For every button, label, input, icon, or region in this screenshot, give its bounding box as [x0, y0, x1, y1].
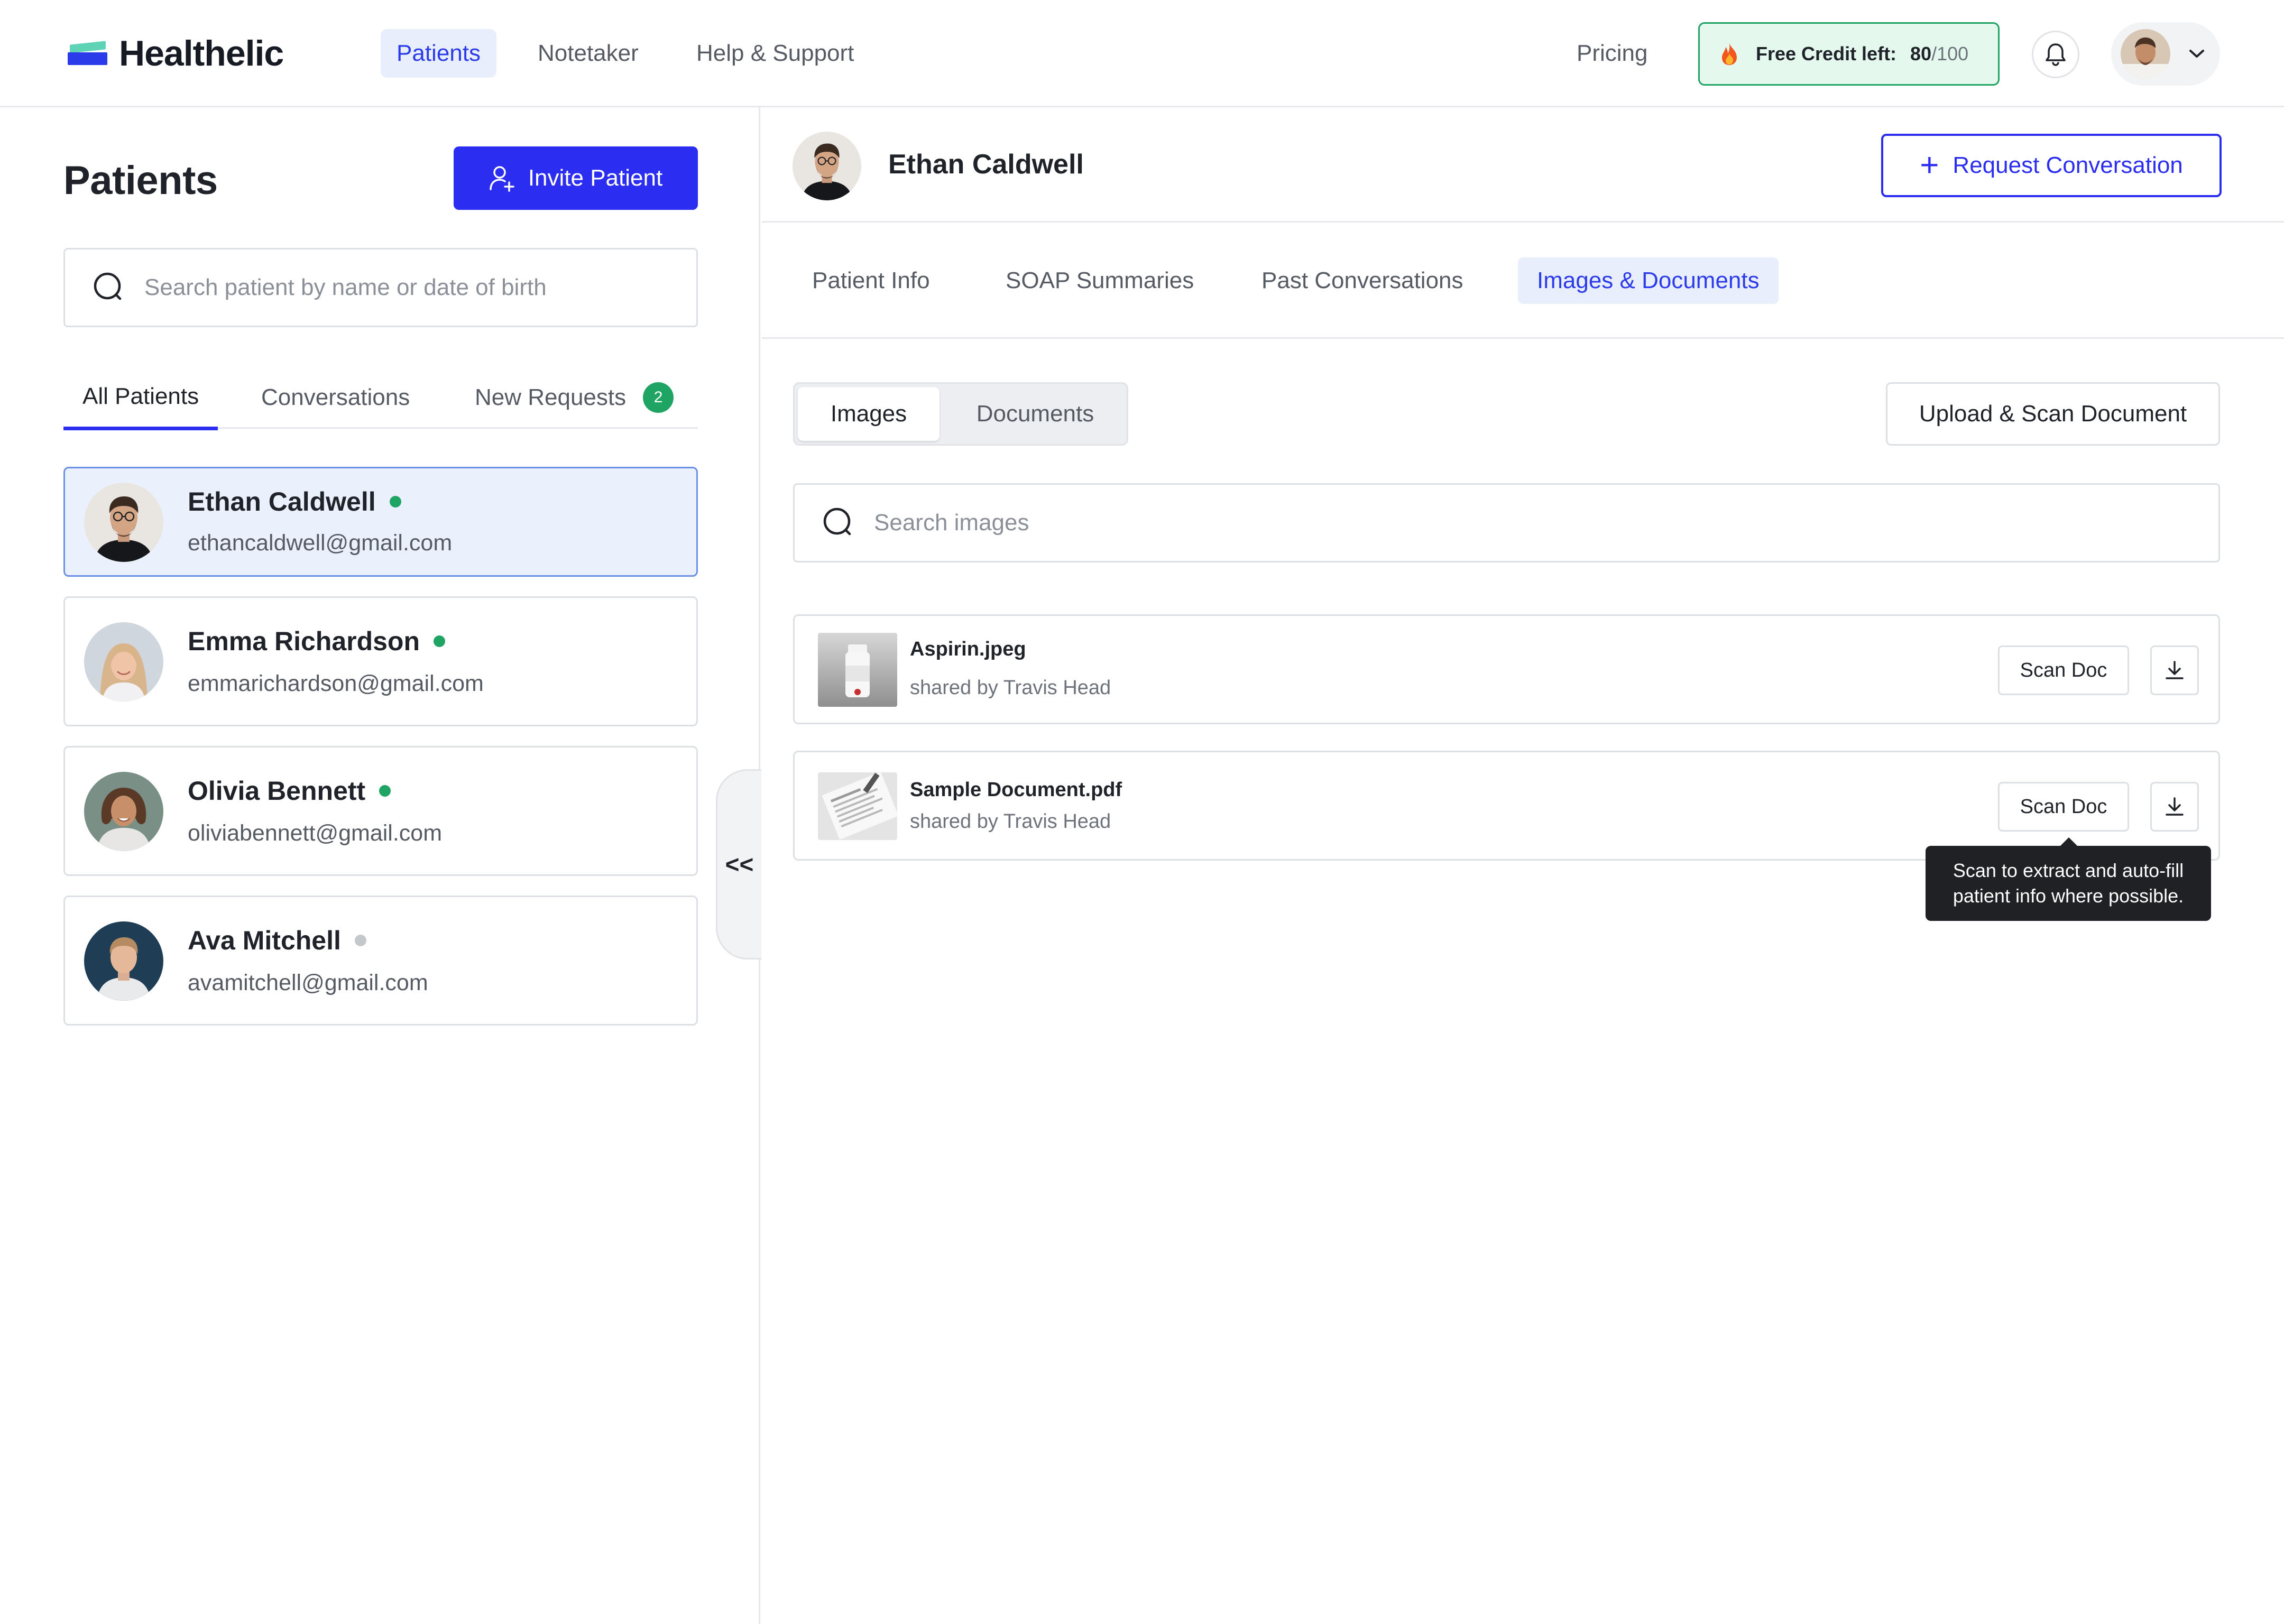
avatar: [793, 132, 861, 200]
patient-name-text: Olivia Bennett: [188, 776, 366, 806]
offline-status-dot: [354, 935, 366, 946]
selected-patient-name: Ethan Caldwell: [888, 149, 1084, 180]
patient-name: Ethan Caldwell: [188, 486, 401, 517]
scan-doc-tooltip: Scan to extract and auto-fill patient in…: [1926, 837, 2211, 921]
download-button[interactable]: [2150, 782, 2199, 832]
patient-name: Emma Richardson: [188, 626, 446, 657]
invite-patient-button[interactable]: Invite Patient: [454, 146, 698, 210]
nav-item-patients[interactable]: Patients: [381, 29, 496, 78]
tab-conversations[interactable]: Conversations: [242, 366, 429, 429]
patient-name-text: Emma Richardson: [188, 626, 420, 656]
avatar: [84, 622, 163, 702]
search-icon: [823, 508, 851, 536]
patient-email: emmarichardson@gmail.com: [188, 671, 484, 696]
app-name: Healthelic: [119, 33, 284, 73]
chevron-down-icon: [2189, 50, 2204, 58]
download-icon: [2166, 797, 2184, 816]
tooltip-line-1: Scan to extract and auto-fill: [1953, 860, 2184, 881]
image-search-placeholder: Search images: [874, 510, 1029, 536]
nav-item-pricing[interactable]: Pricing: [1561, 29, 1664, 78]
credit-used: 80: [1910, 43, 1932, 64]
tab-all-patients[interactable]: All Patients: [63, 366, 218, 430]
file-name: Sample Document.pdf: [910, 779, 1122, 801]
file-row[interactable]: Aspirin.jpeg shared by Travis Head Scan …: [793, 614, 2220, 724]
patients-panel: Patients Invite Patient Search patient b…: [0, 107, 761, 1624]
segment-images[interactable]: Images: [798, 387, 940, 441]
tooltip-line-2: patient info where possible.: [1953, 885, 2184, 907]
credit-label: Free Credit left:: [1756, 43, 1897, 64]
patient-email: ethancaldwell@gmail.com: [188, 530, 453, 556]
bell-icon: [2046, 43, 2066, 66]
tab-all-patients-label: All Patients: [82, 383, 199, 409]
fire-icon: [1722, 43, 1737, 65]
notifications-button[interactable]: [2032, 31, 2079, 78]
patient-card[interactable]: Olivia Bennett oliviabennett@gmail.com: [63, 746, 698, 876]
top-nav: Healthelic Patients Notetaker Help & Sup…: [0, 0, 2284, 107]
patient-card[interactable]: Ethan Caldwell ethancaldwell@gmail.com: [63, 467, 698, 577]
file-thumbnail: [818, 772, 897, 840]
scan-doc-button[interactable]: Scan Doc: [1998, 645, 2129, 695]
avatar: [84, 921, 163, 1001]
patient-name: Olivia Bennett: [188, 776, 391, 806]
tab-new-requests-label: New Requests: [475, 384, 627, 410]
request-conversation-button[interactable]: + Request Conversation: [1881, 134, 2222, 197]
tooltip-arrow: [2060, 837, 2077, 846]
file-shared-by: shared by Travis Head: [910, 810, 1111, 833]
download-icon: [2166, 661, 2184, 679]
image-search-input[interactable]: Search images: [793, 483, 2220, 562]
file-row[interactable]: Sample Document.pdf shared by Travis Hea…: [793, 751, 2220, 861]
patient-tabs: All Patients Conversations New Requests …: [63, 366, 698, 430]
segment-documents[interactable]: Documents: [946, 387, 1125, 441]
patient-card[interactable]: Emma Richardson emmarichardson@gmail.com: [63, 596, 698, 726]
patient-card[interactable]: Ava Mitchell avamitchell@gmail.com: [63, 896, 698, 1026]
patient-email: oliviabennett@gmail.com: [188, 820, 443, 846]
user-avatar: [2121, 29, 2170, 79]
avatar: [84, 772, 163, 851]
patient-name-text: Ethan Caldwell: [188, 487, 376, 516]
online-status-dot: [379, 785, 391, 797]
patient-email: avamitchell@gmail.com: [188, 970, 428, 995]
free-credit-badge[interactable]: Free Credit left: 80/100: [1698, 22, 2000, 86]
logo-mark-icon: [68, 40, 107, 67]
tab-soap-summaries[interactable]: SOAP Summaries: [987, 257, 1213, 304]
download-button[interactable]: [2150, 645, 2199, 695]
collapse-icon: <<: [725, 851, 754, 878]
invite-patient-label: Invite Patient: [528, 165, 663, 191]
tab-past-conversations[interactable]: Past Conversations: [1242, 257, 1482, 304]
file-name: Aspirin.jpeg: [910, 638, 1026, 660]
user-menu-button[interactable]: [2111, 22, 2220, 86]
patient-detail-header: Ethan Caldwell + Request Conversation: [762, 107, 2284, 223]
search-icon: [94, 272, 122, 300]
nav-item-help-support[interactable]: Help & Support: [680, 29, 870, 78]
patient-name-text: Ava Mitchell: [188, 926, 341, 955]
user-plus-icon: [490, 166, 514, 192]
patient-name: Ava Mitchell: [188, 925, 366, 956]
upload-scan-document-button[interactable]: Upload & Scan Document: [1886, 382, 2220, 446]
logo[interactable]: Healthelic: [68, 33, 284, 73]
nav-item-notetaker[interactable]: Notetaker: [522, 29, 655, 78]
scan-doc-button[interactable]: Scan Doc: [1998, 782, 2129, 832]
online-status-dot: [389, 496, 401, 508]
collapse-panel-button[interactable]: <<: [716, 769, 761, 959]
tab-new-requests[interactable]: New Requests 2: [456, 366, 693, 429]
online-status-dot: [434, 635, 446, 647]
tab-images-documents[interactable]: Images & Documents: [1518, 257, 1779, 304]
patient-search-placeholder: Search patient by name or date of birth: [144, 274, 547, 300]
file-thumbnail: [818, 633, 897, 707]
tab-conversations-label: Conversations: [261, 384, 410, 410]
patient-search-input[interactable]: Search patient by name or date of birth: [63, 248, 698, 327]
avatar: [84, 483, 163, 562]
new-requests-count-badge: 2: [643, 382, 674, 413]
page-title: Patients: [63, 158, 218, 203]
file-shared-by: shared by Travis Head: [910, 677, 1111, 699]
tab-patient-info[interactable]: Patient Info: [793, 257, 949, 304]
request-conversation-label: Request Conversation: [1953, 152, 2183, 178]
media-type-toggle: Images Documents: [793, 382, 1128, 446]
plus-icon: +: [1920, 147, 1939, 183]
credit-total: /100: [1931, 43, 1969, 64]
